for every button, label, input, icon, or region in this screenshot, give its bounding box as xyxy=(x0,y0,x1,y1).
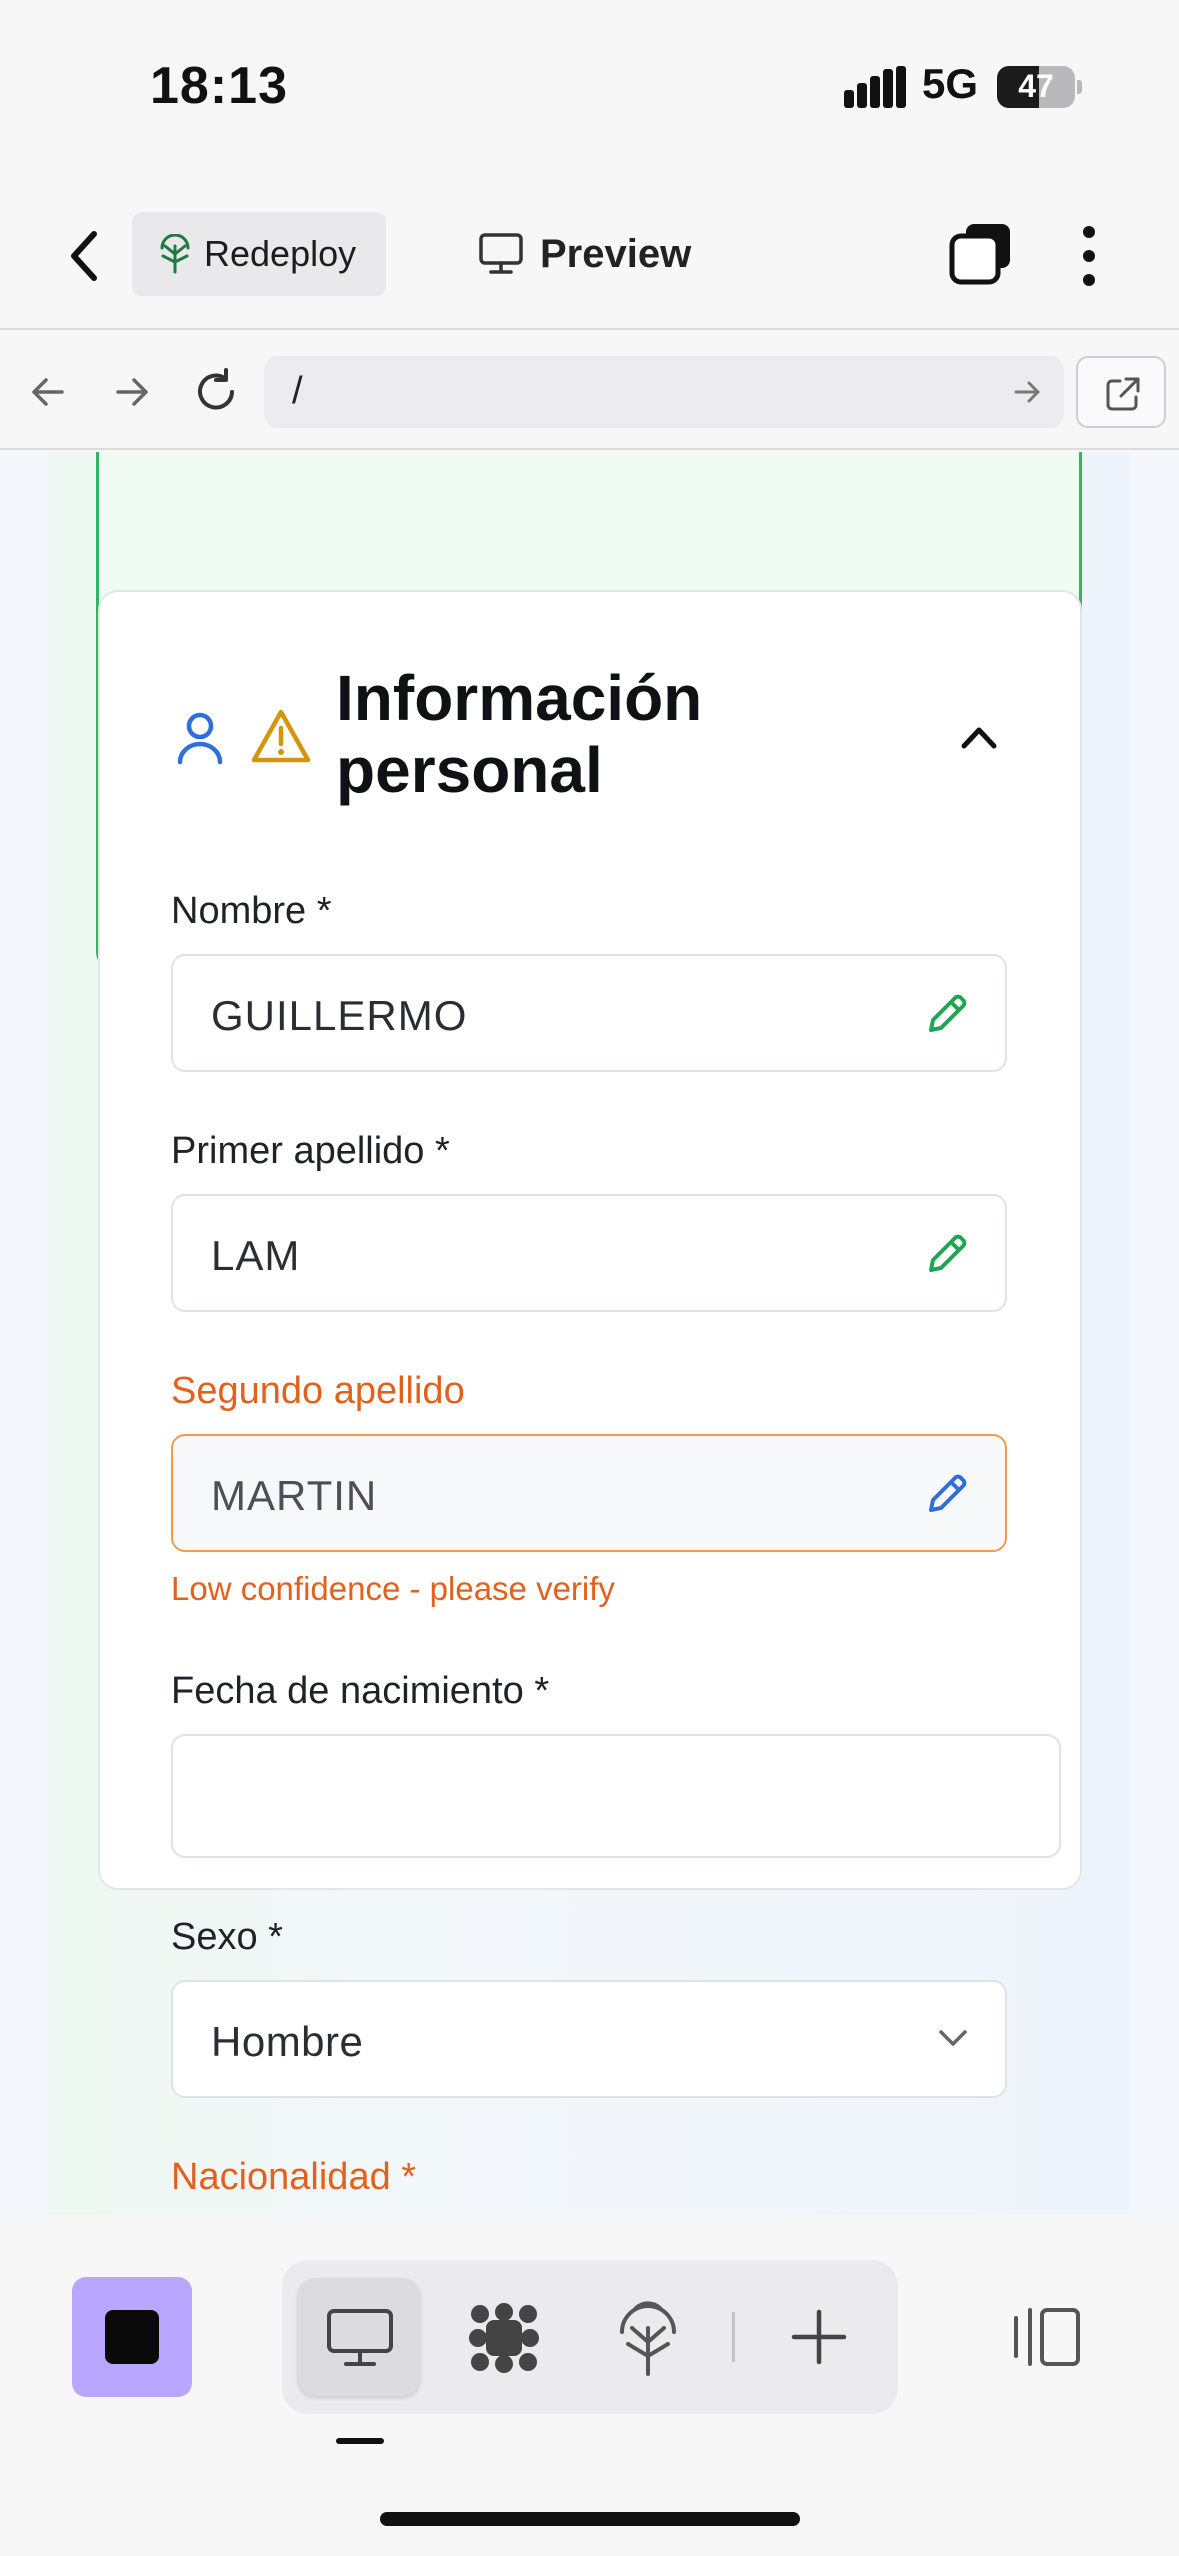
segundo-apellido-label: Segundo apellido xyxy=(171,1370,465,1412)
low-confidence-hint: Low confidence - please verify xyxy=(171,1570,615,1607)
active-tab-indicator xyxy=(336,2438,384,2444)
segundo-apellido-field[interactable]: MARTIN xyxy=(171,1434,1007,1552)
edit-pencil-icon[interactable] xyxy=(923,1470,971,1518)
go-arrow-icon[interactable] xyxy=(1012,378,1042,406)
edit-pencil-icon[interactable] xyxy=(923,990,971,1038)
monitor-icon xyxy=(327,2309,393,2366)
url-path: / xyxy=(292,370,303,412)
battery-level: 47 xyxy=(1018,68,1054,104)
sexo-value: Hombre xyxy=(211,2018,364,2065)
segundo-apellido-value: MARTIN xyxy=(211,1472,378,1519)
fecha-nacimiento-label: Fecha de nacimiento * xyxy=(171,1670,550,1712)
edit-pencil-icon[interactable] xyxy=(923,1230,971,1278)
stop-button[interactable] xyxy=(72,2277,192,2397)
browser-back-icon[interactable] xyxy=(22,362,74,422)
reload-icon[interactable] xyxy=(190,362,242,422)
primer-apellido-value: LAM xyxy=(211,1232,301,1279)
preview-button[interactable]: Preview xyxy=(478,222,691,286)
plus-icon[interactable] xyxy=(790,2308,848,2366)
back-chevron-icon[interactable] xyxy=(60,226,110,286)
battery-icon: 47 xyxy=(997,66,1082,108)
user-icon xyxy=(177,712,223,765)
chevron-up-icon[interactable] xyxy=(958,722,1000,752)
nacionalidad-label: Nacionalidad * xyxy=(171,2156,417,2198)
toolbar-divider xyxy=(732,2312,735,2362)
section-title: Información personal xyxy=(336,662,703,806)
home-indicator xyxy=(380,2512,800,2526)
primer-apellido-field[interactable]: LAM xyxy=(171,1194,1007,1312)
chevron-down-icon xyxy=(939,2030,967,2046)
nombre-label: Nombre * xyxy=(171,890,332,932)
network-nodes-icon[interactable] xyxy=(466,2300,542,2376)
status-bar: 18:13 5G 47 xyxy=(0,0,1179,170)
nombre-value: GUILLERMO xyxy=(211,992,468,1039)
signal-icon xyxy=(844,66,906,108)
preview-label: Preview xyxy=(540,231,692,276)
external-link-icon xyxy=(1106,377,1140,411)
open-external-button[interactable] xyxy=(1076,356,1166,428)
deploy-tree-icon xyxy=(160,234,190,274)
redeploy-button[interactable]: Redeploy xyxy=(132,212,386,296)
status-time: 18:13 xyxy=(150,57,288,115)
sexo-label: Sexo * xyxy=(171,1916,283,1958)
fecha-nacimiento-field[interactable] xyxy=(171,1734,1061,1858)
network-label: 5G xyxy=(922,60,979,107)
sexo-select[interactable]: Hombre xyxy=(171,1980,1007,2098)
warning-icon xyxy=(251,709,311,763)
more-options-icon[interactable] xyxy=(1074,224,1104,288)
nombre-field[interactable]: GUILLERMO xyxy=(171,954,1007,1072)
deploy-tree-icon[interactable] xyxy=(616,2298,680,2378)
monitor-icon xyxy=(479,233,523,274)
windows-stack-icon[interactable] xyxy=(948,222,1014,288)
primer-apellido-label: Primer apellido * xyxy=(171,1130,450,1172)
browser-forward-icon[interactable] xyxy=(106,362,158,422)
url-bar[interactable]: / xyxy=(264,356,1064,428)
redeploy-label: Redeploy xyxy=(204,233,357,274)
panel-toggle-icon[interactable] xyxy=(1010,2304,1084,2370)
stop-icon xyxy=(105,2310,159,2364)
